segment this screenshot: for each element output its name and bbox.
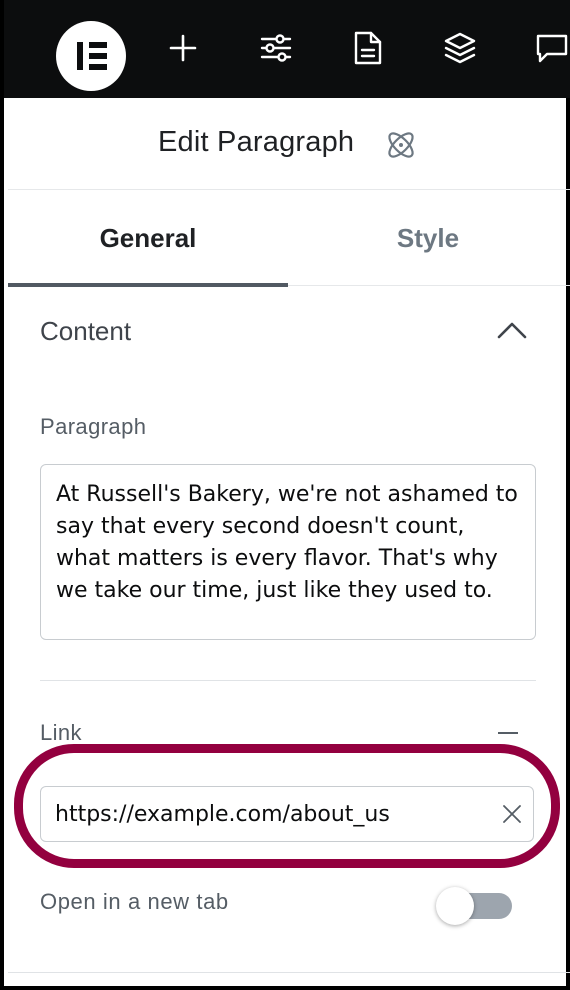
close-icon[interactable] <box>501 803 523 825</box>
chevron-up-icon[interactable] <box>496 318 528 342</box>
sliders-icon[interactable] <box>259 30 293 66</box>
link-input[interactable] <box>55 787 485 841</box>
top-toolbar <box>4 0 570 98</box>
editor-panel: Edit Paragraph General Style Content Par… <box>0 0 570 990</box>
panel-title: Edit Paragraph <box>158 126 355 158</box>
panel-tabs: General Style <box>8 190 570 287</box>
atom-icon[interactable] <box>384 128 418 162</box>
open-new-tab-label: Open in a new tab <box>40 889 229 914</box>
divider <box>40 680 536 681</box>
paragraph-textarea[interactable]: At Russell's Bakery, we're not ashamed t… <box>40 464 536 640</box>
page-icon[interactable] <box>351 30 385 66</box>
open-new-tab-toggle[interactable] <box>436 887 512 925</box>
plus-icon[interactable] <box>166 30 200 66</box>
tab-style[interactable]: Style <box>288 190 568 286</box>
elementor-logo-icon[interactable] <box>56 21 126 91</box>
section-title: Content <box>40 316 132 346</box>
panel-header: Edit Paragraph <box>8 98 570 190</box>
paragraph-label: Paragraph <box>40 414 147 439</box>
link-input-wrapper <box>40 786 534 842</box>
tab-general[interactable]: General <box>8 190 288 287</box>
content-section-header[interactable]: Content <box>40 314 534 354</box>
divider <box>8 972 570 973</box>
chat-icon[interactable] <box>535 30 569 66</box>
dynamic-tags-icon[interactable] <box>498 732 518 734</box>
toggle-knob <box>436 887 474 925</box>
layers-icon[interactable] <box>443 30 477 66</box>
link-label: Link <box>40 720 82 745</box>
